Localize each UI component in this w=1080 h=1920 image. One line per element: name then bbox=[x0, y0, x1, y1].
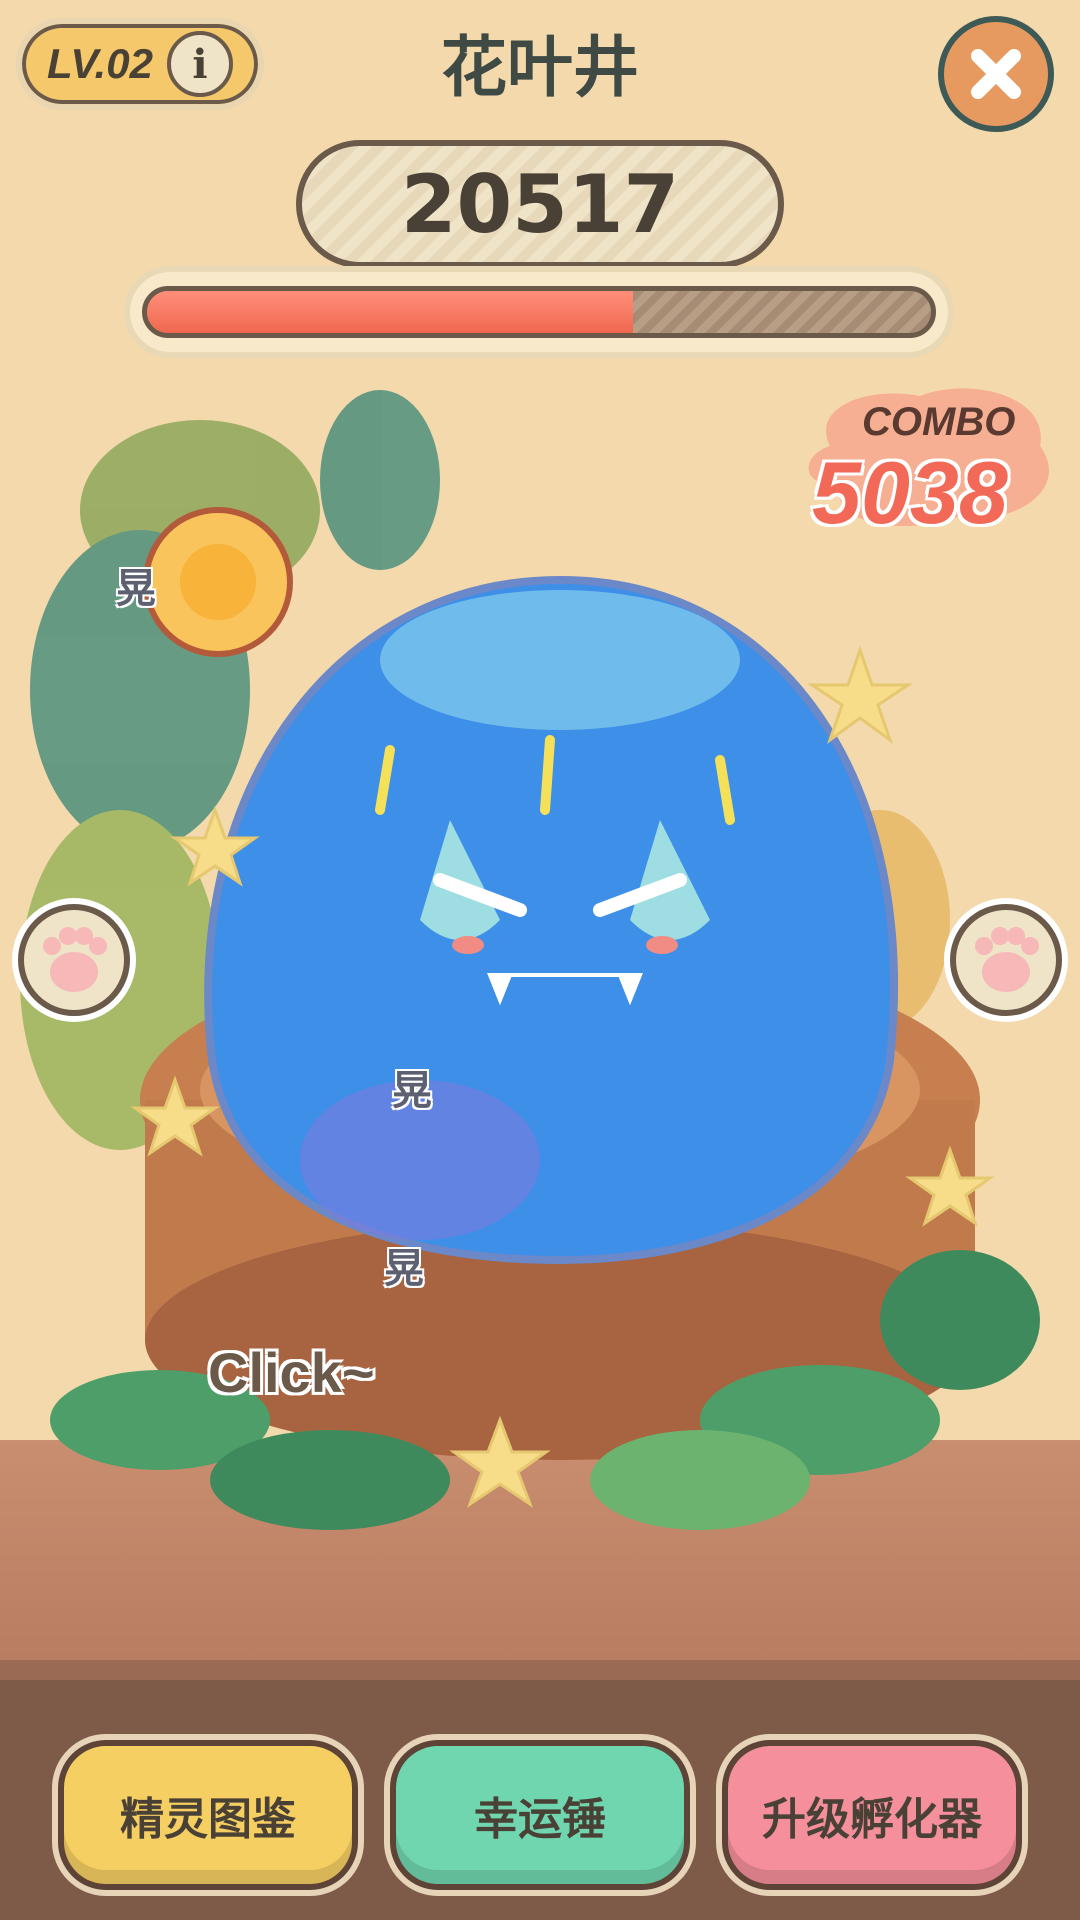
floating-word: 晃 bbox=[384, 1246, 424, 1292]
level-badge[interactable]: LV.02 i bbox=[16, 18, 264, 110]
lucky-hammer-button[interactable]: 幸运锤 bbox=[390, 1740, 690, 1890]
level-text: LV.02 bbox=[47, 40, 153, 87]
paw-button-left[interactable] bbox=[18, 904, 130, 1016]
click-hint: Click~ bbox=[208, 1341, 375, 1404]
slime-scene bbox=[20, 390, 1040, 1530]
paw-icon bbox=[975, 927, 1039, 992]
info-icon[interactable]: i bbox=[166, 31, 233, 97]
hp-bar bbox=[124, 266, 954, 358]
collection-button[interactable]: 精灵图鉴 bbox=[58, 1740, 358, 1890]
paw-button-right[interactable] bbox=[950, 904, 1062, 1016]
paw-icon bbox=[43, 927, 107, 992]
combo-label: COMBO bbox=[862, 400, 1016, 444]
sunflower-icon bbox=[143, 507, 293, 657]
floating-word: 晃 bbox=[116, 566, 156, 612]
hp-bar-track bbox=[142, 286, 936, 338]
combo-value: 5038 bbox=[812, 443, 1008, 542]
close-button[interactable] bbox=[938, 16, 1054, 132]
floating-word: 晃 bbox=[392, 1068, 432, 1114]
close-icon bbox=[971, 49, 1021, 99]
hp-bar-fill bbox=[147, 291, 634, 333]
upgrade-incubator-button[interactable]: 升级孵化器 bbox=[722, 1740, 1022, 1890]
page-title: 花叶井 bbox=[441, 29, 639, 106]
score-display: 20517 bbox=[296, 140, 784, 268]
